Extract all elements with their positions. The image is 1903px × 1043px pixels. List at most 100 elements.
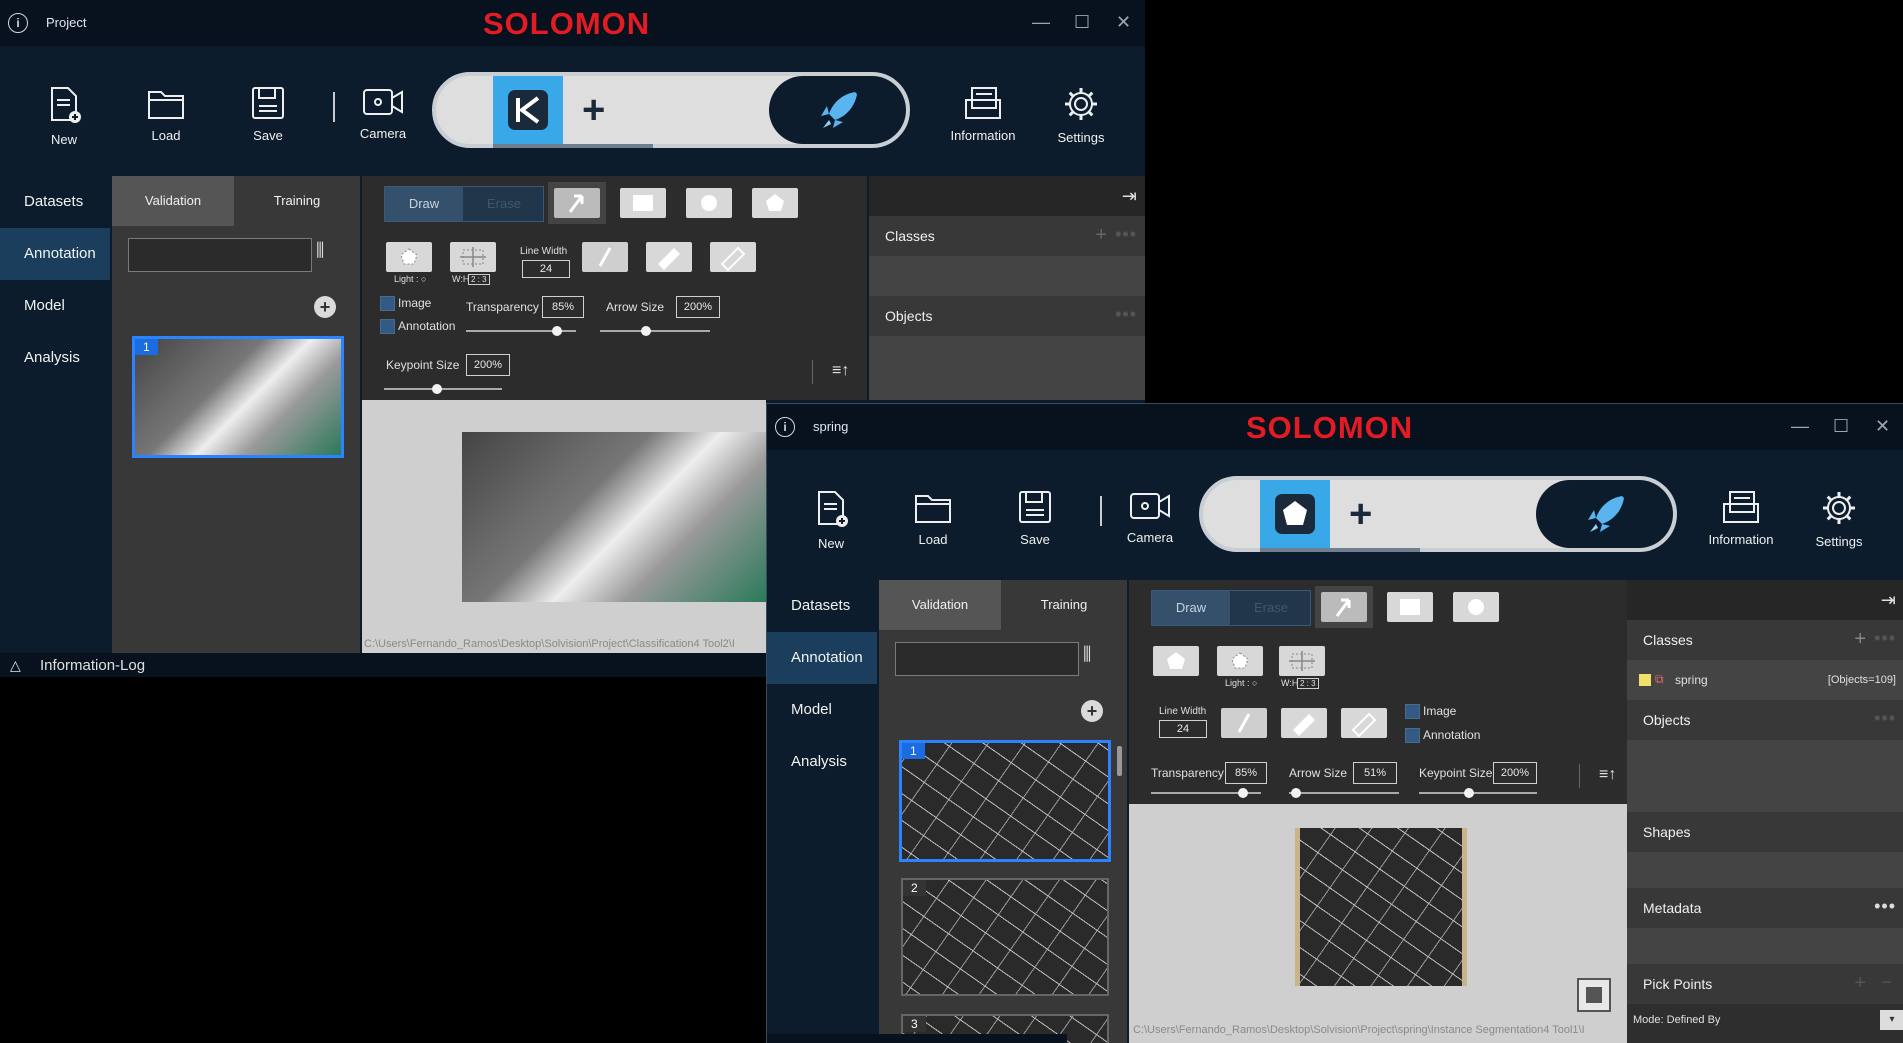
arrow-size-knob[interactable] (1291, 788, 1301, 798)
keypoint-size-slider[interactable] (1419, 788, 1537, 798)
classes-more-icon[interactable]: ••• (1874, 628, 1896, 649)
classes-more-icon[interactable]: ••• (1115, 224, 1137, 245)
arrow-size-value[interactable]: 51% (1353, 762, 1397, 784)
search-input[interactable] (895, 642, 1079, 676)
add-image-button[interactable]: + (1081, 700, 1103, 722)
brush-tool-button[interactable] (1281, 708, 1327, 738)
annotation-checkbox[interactable] (380, 319, 395, 334)
run-button[interactable] (769, 76, 906, 144)
smart-polygon-button[interactable] (386, 242, 432, 272)
remove-pick-point-icon[interactable]: − (1881, 972, 1892, 993)
tab-validation[interactable]: Validation (112, 176, 234, 226)
eraser-tool-button[interactable] (710, 242, 756, 272)
camera-button[interactable]: Camera (1110, 490, 1190, 545)
draw-erase-toggle[interactable]: Draw Erase (1151, 590, 1311, 626)
classification-tool-button[interactable] (493, 76, 563, 144)
tab-validation[interactable]: Validation (879, 580, 1001, 630)
maximize-button[interactable]: ☐ (1833, 416, 1849, 437)
close-button[interactable]: ✕ (1116, 12, 1131, 33)
arrow-size-slider[interactable] (1289, 788, 1399, 798)
keypoint-size-knob[interactable] (1464, 788, 1474, 798)
status-text[interactable]: Information-Log (40, 657, 145, 674)
minimize-button[interactable]: — (1791, 416, 1809, 437)
rectangle-tool-button[interactable] (1387, 592, 1433, 622)
keypoint-size-slider[interactable] (384, 384, 502, 394)
image-checkbox[interactable] (380, 296, 395, 311)
brush-tool-button[interactable] (646, 242, 692, 272)
run-button[interactable] (1536, 480, 1673, 548)
maximize-button[interactable]: ☐ (1074, 12, 1090, 33)
information-button[interactable]: Information (1701, 490, 1781, 547)
nav-analysis[interactable]: Analysis (0, 332, 110, 384)
line-tool-button[interactable] (582, 242, 628, 272)
add-class-icon[interactable]: + (1854, 628, 1866, 651)
new-button[interactable]: New (791, 490, 871, 551)
nav-model[interactable]: Model (0, 280, 110, 332)
arrow-size-value[interactable]: 200% (676, 296, 720, 318)
fit-view-button[interactable] (1577, 978, 1611, 1012)
search-input[interactable] (128, 238, 312, 272)
nav-annotation[interactable]: Annotation (0, 228, 110, 280)
transparency-slider[interactable] (466, 326, 576, 336)
close-button[interactable]: ✕ (1875, 416, 1890, 437)
image-thumbnail[interactable]: 1 (899, 740, 1111, 862)
keypoint-size-value[interactable]: 200% (466, 354, 510, 376)
draw-mode[interactable]: Draw (385, 187, 463, 221)
new-button[interactable]: New (24, 86, 104, 147)
save-button[interactable]: Save (228, 86, 308, 143)
eraser-tool-button[interactable] (1341, 708, 1387, 738)
sort-up-icon[interactable]: ≡↑ (832, 362, 849, 380)
keypoint-size-value[interactable]: 200% (1493, 762, 1537, 784)
minimize-button[interactable]: — (1032, 12, 1050, 33)
mode-dropdown[interactable]: ▾ (1880, 1010, 1903, 1030)
image-thumbnail[interactable]: 2 (901, 878, 1109, 996)
camera-button[interactable]: Camera (343, 86, 423, 141)
erase-mode[interactable]: Erase (1232, 591, 1310, 625)
filter-icon[interactable]: ⫼ (316, 240, 324, 261)
pointer-tool-button[interactable] (554, 188, 600, 218)
collapse-panel-icon[interactable]: ⇥ (1122, 186, 1137, 207)
transparency-slider[interactable] (1151, 788, 1261, 798)
tab-training[interactable]: Training (234, 176, 360, 226)
circle-tool-button[interactable] (686, 188, 732, 218)
erase-mode[interactable]: Erase (465, 187, 543, 221)
nav-datasets[interactable]: Datasets (0, 176, 110, 228)
nav-annotation[interactable]: Annotation (767, 632, 877, 684)
settings-button[interactable]: Settings (1799, 490, 1879, 549)
nav-analysis[interactable]: Analysis (767, 736, 877, 788)
rectangle-tool-button[interactable] (620, 188, 666, 218)
nav-model[interactable]: Model (767, 684, 877, 736)
arrow-size-slider[interactable] (600, 326, 710, 336)
info-icon[interactable]: i (775, 417, 795, 437)
ratio-box-button[interactable] (1279, 646, 1325, 676)
load-button[interactable]: Load (893, 490, 973, 547)
objects-more-icon[interactable]: ••• (1874, 708, 1896, 729)
line-width-value[interactable]: 24 (1159, 720, 1207, 738)
image-thumbnail[interactable]: 1 (132, 336, 344, 458)
settings-button[interactable]: Settings (1041, 86, 1121, 145)
transparency-knob[interactable] (1238, 788, 1248, 798)
class-name[interactable]: spring (1675, 673, 1708, 687)
image-canvas[interactable]: C:\Users\Fernando_Ramos\Desktop\Solvisio… (1129, 804, 1634, 1043)
transparency-value[interactable]: 85% (1225, 762, 1267, 784)
segmentation-tool-button[interactable] (1260, 480, 1330, 548)
objects-more-icon[interactable]: ••• (1115, 304, 1137, 325)
add-tool-button[interactable]: + (1349, 494, 1372, 534)
image-checkbox[interactable] (1405, 704, 1420, 719)
line-tool-button[interactable] (1221, 708, 1267, 738)
draw-mode[interactable]: Draw (1152, 591, 1230, 625)
filter-icon[interactable]: ⫼ (1083, 644, 1091, 665)
information-button[interactable]: Information (943, 86, 1023, 143)
load-button[interactable]: Load (126, 86, 206, 143)
ratio-box-button[interactable] (450, 242, 496, 272)
add-class-icon[interactable]: + (1095, 224, 1107, 247)
save-button[interactable]: Save (995, 490, 1075, 547)
warning-icon[interactable]: △ (10, 657, 21, 674)
transparency-knob[interactable] (552, 326, 562, 336)
arrow-size-knob[interactable] (641, 326, 651, 336)
add-image-button[interactable]: + (314, 296, 336, 318)
image-canvas[interactable]: C:\Users\Fernando_Ramos\Desktop\Solvisio… (362, 400, 766, 653)
polygon-tool-button[interactable] (1153, 646, 1199, 676)
add-tool-button[interactable]: + (582, 90, 605, 130)
class-color-swatch[interactable] (1639, 674, 1651, 686)
